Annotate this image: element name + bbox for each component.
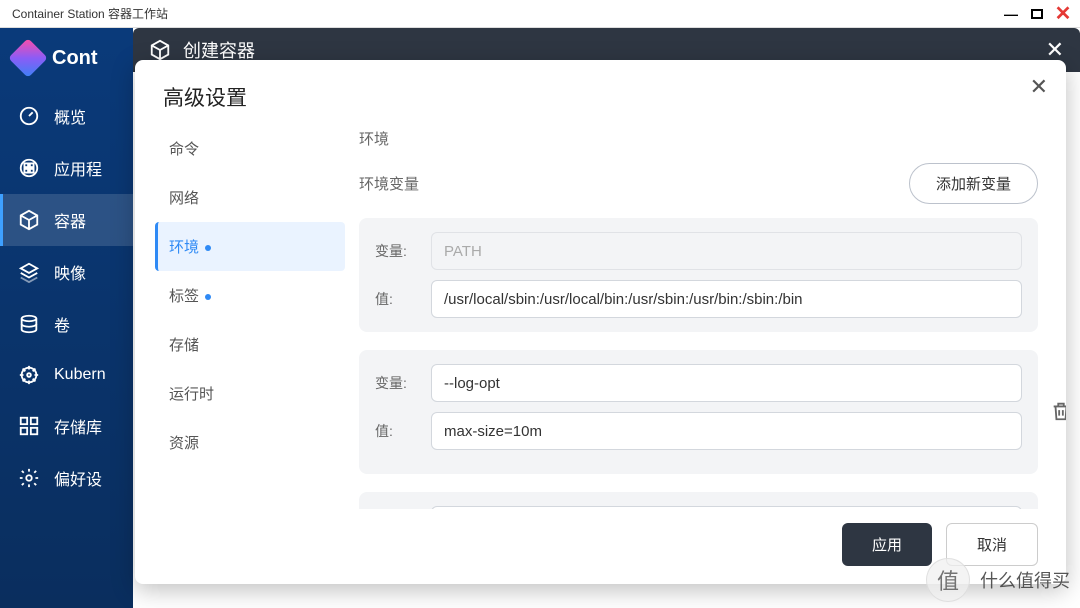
layers-icon — [18, 261, 40, 283]
sidebar-item-label: 存储库 — [54, 414, 102, 438]
cube-icon — [149, 39, 171, 61]
settings-tabs: 命令网络环境标签存储运行时资源 — [135, 124, 345, 509]
brand-text: Cont — [52, 47, 98, 70]
brand-logo-icon — [8, 38, 48, 78]
tab-label: 运行时 — [169, 386, 214, 403]
apply-button[interactable]: 应用 — [842, 523, 932, 566]
sidebar-item-5[interactable]: Kubern — [0, 350, 133, 400]
sidebar-item-label: 容器 — [54, 208, 86, 232]
modal-close-icon[interactable]: ✕ — [1030, 74, 1048, 100]
tiles-icon — [18, 415, 40, 437]
sidebar-item-2[interactable]: 容器 — [0, 194, 133, 246]
env-var-input[interactable] — [431, 364, 1022, 402]
brand: Cont — [0, 36, 133, 90]
close-button[interactable]: ✕ — [1052, 5, 1074, 23]
env-card-1: 变量: 值: — [359, 350, 1038, 474]
sidebar-item-6[interactable]: 存储库 — [0, 400, 133, 452]
window-titlebar: Container Station 容器工作站 — ✕ — [0, 0, 1080, 28]
env-val-label: 值: — [375, 421, 419, 441]
sidebar-item-1[interactable]: 应用程 — [0, 142, 133, 194]
env-var-label: 变量: — [375, 241, 419, 261]
sidebar-item-7[interactable]: 偏好设 — [0, 452, 133, 504]
watermark: 值 什么值得买 — [926, 558, 1070, 602]
tab-label: 存储 — [169, 337, 199, 354]
delete-env-icon[interactable] — [1050, 400, 1066, 424]
apps-icon — [18, 157, 40, 179]
cube-icon — [18, 209, 40, 231]
maximize-button[interactable] — [1026, 5, 1048, 23]
window-title: Container Station 容器工作站 — [6, 5, 168, 22]
helm-icon — [18, 364, 40, 386]
env-val-label: 值: — [375, 289, 419, 309]
tab-indicator-dot — [205, 245, 211, 251]
env-header-label: 环境变量 — [359, 173, 419, 194]
env-val-input[interactable] — [431, 412, 1022, 450]
env-val-input[interactable] — [431, 280, 1022, 318]
sidebar-item-3[interactable]: 映像 — [0, 246, 133, 298]
sidebar-item-label: 应用程 — [54, 156, 102, 180]
tab-0[interactable]: 命令 — [155, 124, 345, 173]
tab-1[interactable]: 网络 — [155, 173, 345, 222]
window-controls: — ✕ — [1000, 5, 1074, 23]
database-icon — [18, 313, 40, 335]
tab-3[interactable]: 标签 — [155, 271, 345, 320]
env-var-input — [431, 232, 1022, 270]
sidebar-item-label: Kubern — [54, 366, 106, 384]
section-title: 环境 — [359, 124, 1038, 163]
sidebar-item-label: 卷 — [54, 312, 70, 336]
gear-icon — [18, 467, 40, 489]
sidebar-item-label: 偏好设 — [54, 466, 102, 490]
minimize-button[interactable]: — — [1000, 5, 1022, 23]
sidebar-item-label: 概览 — [54, 104, 86, 128]
tab-indicator-dot — [205, 294, 211, 300]
tab-label: 标签 — [169, 288, 199, 305]
modal-title: 高级设置 — [135, 60, 1066, 124]
gauge-icon — [18, 105, 40, 127]
watermark-text: 什么值得买 — [980, 567, 1070, 593]
env-card-0: 变量: 值: — [359, 218, 1038, 332]
sidebar-item-label: 映像 — [54, 260, 86, 284]
tab-4[interactable]: 存储 — [155, 320, 345, 369]
sidebar-item-0[interactable]: 概览 — [0, 90, 133, 142]
sidebar: Cont 概览应用程容器映像卷 Kubern 存储库偏好设 — [0, 28, 133, 608]
advanced-settings-modal: ✕ 高级设置 命令网络环境标签存储运行时资源 环境 环境变量 添加新变量 变量:… — [135, 60, 1066, 584]
watermark-badge: 值 — [926, 558, 970, 602]
tab-label: 资源 — [169, 435, 199, 452]
env-var-input[interactable] — [431, 506, 1022, 509]
sidebar-item-4[interactable]: 卷 — [0, 298, 133, 350]
tab-label: 环境 — [169, 239, 199, 256]
tab-label: 命令 — [169, 141, 199, 158]
settings-content: 环境 环境变量 添加新变量 变量:值:变量:值:变量:值: — [345, 124, 1066, 509]
tab-5[interactable]: 运行时 — [155, 369, 345, 418]
env-card-2: 变量:值: — [359, 492, 1038, 509]
tab-2[interactable]: 环境 — [155, 222, 345, 271]
env-var-label: 变量: — [375, 373, 419, 393]
tab-6[interactable]: 资源 — [155, 418, 345, 467]
tab-label: 网络 — [169, 190, 199, 207]
add-variable-button[interactable]: 添加新变量 — [909, 163, 1038, 204]
